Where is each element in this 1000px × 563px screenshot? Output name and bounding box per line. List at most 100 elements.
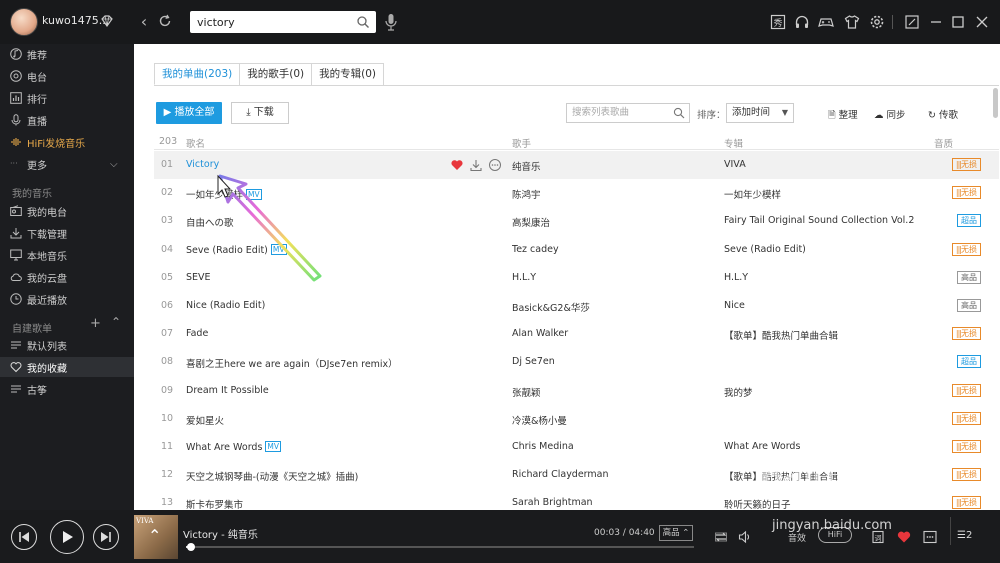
sidebar-item-favorites[interactable]: 我的收藏 (0, 357, 134, 377)
table-row[interactable]: 09 Dream It Possible 张靓颖 我的梦 |||无损 (154, 377, 999, 405)
header-album[interactable]: 专辑 (724, 136, 743, 150)
organize-button[interactable]: 🗎 整理 (828, 107, 858, 124)
song-album[interactable]: Seve (Radio Edit) (724, 244, 914, 255)
song-artist[interactable]: Richard Clayderman (512, 469, 712, 480)
sidebar-item-recent[interactable]: 最近播放 (10, 289, 134, 309)
sidebar-item-more[interactable]: ··· 更多 ⌵ (10, 154, 134, 174)
sidebar-item-recommend[interactable]: 推荐 (10, 44, 134, 64)
quality-badge[interactable]: 超品 (957, 214, 981, 228)
search-input[interactable] (190, 11, 340, 34)
song-artist[interactable]: 冷漠&杨小曼 (512, 413, 712, 427)
song-artist[interactable]: 高梨康治 (512, 215, 712, 229)
refresh-icon[interactable] (158, 14, 172, 28)
song-title[interactable]: Nice (Radio Edit) (186, 300, 466, 311)
sidebar-item-guzheng[interactable]: 古筝 (10, 379, 134, 399)
sidebar-item-radio[interactable]: 电台 (10, 66, 134, 86)
search-icon[interactable] (673, 107, 685, 119)
sort-select[interactable]: 添加时间 ▼ (726, 103, 794, 123)
minimize-icon[interactable] (928, 14, 944, 30)
tab-artists[interactable]: 我的歌手(0) (239, 63, 313, 85)
chevron-down-icon[interactable]: ⌵ (110, 159, 118, 170)
sidebar-item-charts[interactable]: 排行 (10, 88, 134, 108)
scrollbar[interactable] (993, 88, 998, 118)
sidebar-item-live[interactable]: 直播 (10, 110, 134, 130)
song-title[interactable]: Fade (186, 328, 466, 339)
quality-badge[interactable]: 超品 (957, 355, 981, 369)
song-album[interactable]: 一如年少模样 (724, 187, 914, 201)
table-row[interactable]: 08 喜剧之王here we are again（DJse7en remix） Dj… (154, 348, 999, 376)
song-artist[interactable]: Alan Walker (512, 328, 712, 339)
sidebar-item-default-list[interactable]: 默认列表 (10, 335, 134, 355)
song-artist[interactable]: Dj Se7en (512, 356, 712, 367)
tab-albums[interactable]: 我的专辑(0) (311, 63, 384, 85)
maximize-icon[interactable] (950, 14, 966, 30)
sidebar-item-my-radio[interactable]: 我的电台 (10, 201, 134, 221)
upload-button[interactable]: ↻ 传歌 (928, 107, 958, 121)
quality-badge[interactable]: |||无损 (951, 158, 981, 171)
header-quality[interactable]: 音质 (934, 136, 953, 150)
header-artist[interactable]: 歌手 (512, 136, 531, 150)
mv-badge[interactable]: MV (265, 440, 282, 452)
song-artist[interactable]: Chris Medina (512, 441, 712, 452)
shirt-icon[interactable] (844, 14, 860, 30)
song-artist[interactable]: Tez cadey (512, 244, 712, 255)
song-album[interactable]: H.L.Y (724, 272, 914, 283)
gamepad-icon[interactable] (818, 14, 834, 30)
gear-icon[interactable] (869, 14, 885, 30)
sidebar-item-hifi[interactable]: HiFi发烧音乐 (10, 132, 134, 152)
song-album[interactable]: VIVA (724, 159, 914, 170)
song-title[interactable]: 天空之城钢琴曲-(动漫《天空之城》插曲) (186, 469, 466, 483)
quality-badge[interactable]: |||无损 (951, 186, 981, 200)
table-row[interactable]: 10 爱如星火 冷漠&杨小曼 |||无损 (154, 405, 999, 433)
table-row[interactable]: 06 Nice (Radio Edit) Basick&G2&华莎 Nice 高品 (154, 292, 999, 320)
headphones-icon[interactable] (794, 14, 810, 30)
quality-select[interactable]: 高品 ⌃ (659, 525, 693, 541)
voice-search-icon[interactable] (384, 13, 398, 31)
list-search-input[interactable]: 搜索列表歌曲 (566, 103, 690, 123)
search-box[interactable] (190, 11, 376, 34)
sidebar-item-cloud[interactable]: 我的云盘 (10, 267, 134, 287)
song-title[interactable]: What Are Words MV (186, 440, 466, 453)
quality-badge[interactable]: |||无损 (951, 496, 981, 510)
quality-badge[interactable]: 高品 (957, 298, 981, 312)
play-all-button[interactable]: ▶ 播放全部 (156, 102, 222, 124)
more-options-icon[interactable] (923, 530, 937, 544)
expand-icon[interactable]: ⌃ (148, 526, 161, 545)
table-row[interactable]: 07 Fade Alan Walker 【歌单】酷我热门单曲合辑 |||无损 (154, 320, 999, 348)
prev-button[interactable] (11, 524, 37, 550)
close-icon[interactable] (974, 14, 990, 30)
now-playing-title[interactable]: Victory - 纯音乐 (183, 526, 258, 541)
song-artist[interactable]: H.L.Y (512, 272, 712, 283)
loop-icon[interactable] (714, 530, 728, 544)
avatar[interactable] (10, 8, 38, 36)
album-cover[interactable]: VIVA ⌃ (134, 515, 178, 559)
song-artist[interactable]: Sarah Brightman (512, 497, 712, 508)
song-title[interactable]: Dream It Possible (186, 385, 466, 396)
header-title[interactable]: 歌名 (186, 136, 205, 150)
mini-mode-icon[interactable] (904, 14, 920, 30)
song-title[interactable]: Victory (186, 159, 466, 170)
search-icon[interactable] (356, 15, 370, 29)
sidebar-item-downloads[interactable]: 下载管理 (10, 223, 134, 243)
song-title[interactable]: 爱如星火 (186, 413, 466, 427)
quality-badge[interactable]: |||无损 (951, 411, 981, 425)
download-button[interactable]: ⤓ 下载 (231, 102, 289, 124)
song-album[interactable]: Fairy Tail Original Sound Collection Vol… (724, 215, 914, 226)
add-playlist-icon[interactable]: + (90, 316, 101, 331)
playlist-button[interactable]: ☰2 (957, 530, 972, 541)
diamond-icon[interactable] (100, 14, 114, 28)
play-button[interactable] (50, 520, 84, 554)
song-artist[interactable]: Basick&G2&华莎 (512, 300, 712, 314)
next-button[interactable] (93, 524, 119, 550)
quality-badge[interactable]: 高品 (957, 270, 981, 284)
sync-button[interactable]: ☁ 同步 (874, 107, 906, 121)
quality-badge[interactable]: |||无损 (951, 439, 981, 453)
like-heart-icon[interactable] (897, 530, 911, 544)
song-album[interactable]: Nice (724, 300, 914, 311)
song-artist[interactable]: 纯音乐 (512, 159, 712, 173)
song-album[interactable]: 聆听天籁的日子 (724, 497, 914, 510)
chevron-up-icon[interactable]: ⌃ (111, 315, 121, 329)
song-artist[interactable]: 张靓颖 (512, 385, 712, 399)
song-title[interactable]: 喜剧之王here we are again（DJse7en remix） (186, 356, 466, 370)
song-title[interactable]: 斯卡布罗集市 (186, 497, 466, 510)
